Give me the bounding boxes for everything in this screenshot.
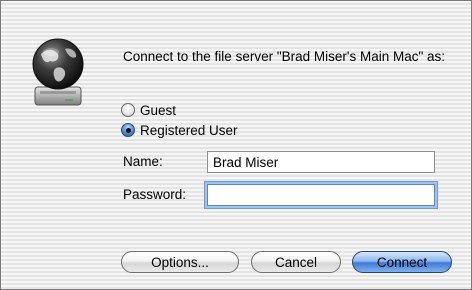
connect-to-server-dialog: Connect to the file server "Brad Miser's… (0, 0, 472, 290)
file-server-globe-icon (32, 38, 84, 106)
name-label: Name: (123, 154, 163, 169)
registered-user-label[interactable]: Registered User (140, 123, 238, 138)
registered-user-radio[interactable] (121, 123, 135, 137)
guest-option[interactable]: Guest (121, 101, 176, 119)
cancel-button[interactable]: Cancel (251, 251, 341, 273)
guest-label[interactable]: Guest (140, 103, 176, 118)
name-field[interactable] (207, 151, 435, 173)
options-button[interactable]: Options... (121, 251, 239, 273)
connect-button[interactable]: Connect (352, 251, 452, 273)
guest-radio[interactable] (121, 103, 135, 117)
password-label: Password: (123, 187, 187, 202)
registered-user-option[interactable]: Registered User (121, 121, 238, 139)
connection-prompt: Connect to the file server "Brad Miser's… (123, 49, 446, 64)
password-field[interactable] (207, 184, 435, 206)
